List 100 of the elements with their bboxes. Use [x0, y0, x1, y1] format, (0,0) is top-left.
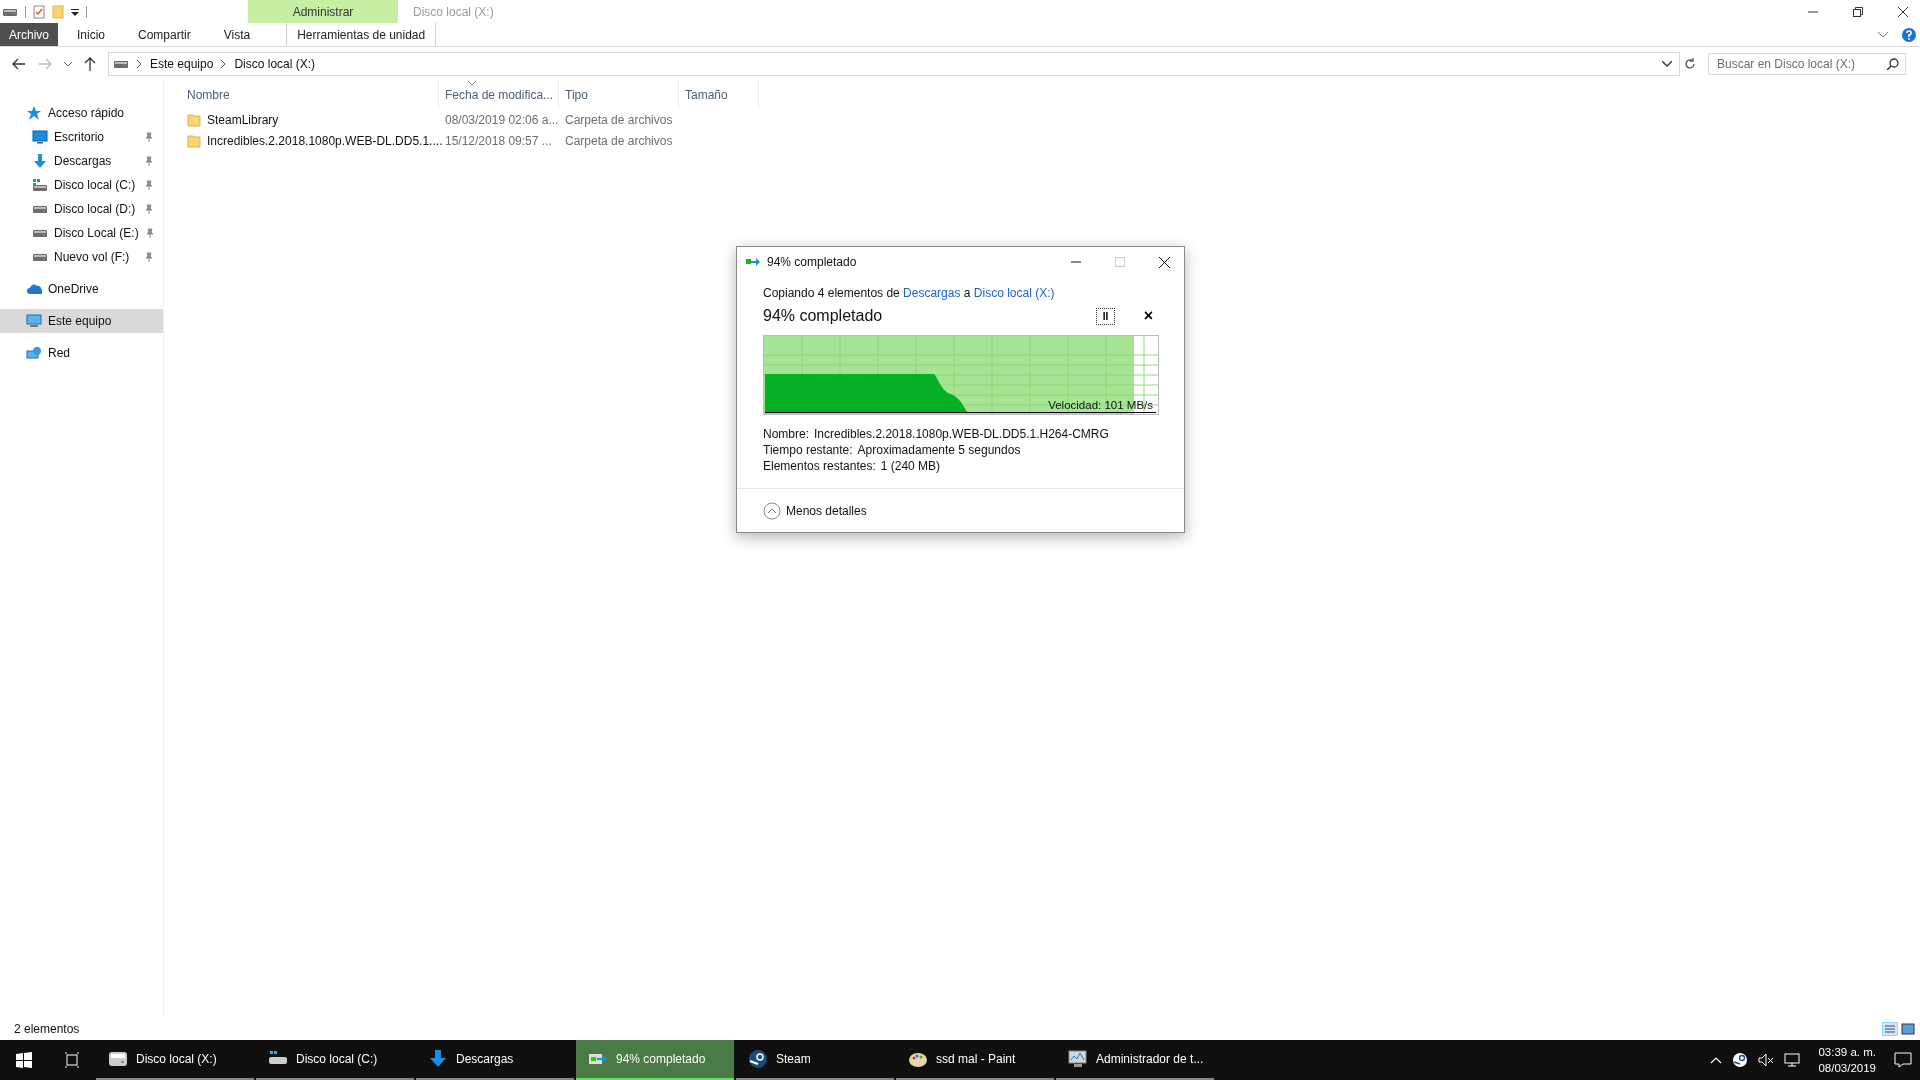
speed-label: Velocidad: 101 MB/s	[1048, 399, 1153, 411]
cancel-button[interactable]: ×	[1139, 307, 1158, 325]
detail-value: 1 (240 MB)	[880, 458, 941, 473]
detail-label: Elementos restantes:	[763, 458, 876, 473]
pin-icon[interactable]	[144, 132, 154, 142]
drive-icon	[32, 204, 48, 214]
file-name[interactable]: SteamLibrary	[207, 112, 279, 127]
breadcrumb[interactable]: Este equipo	[150, 57, 214, 71]
ribbon-tab[interactable]: Compartir	[124, 23, 205, 46]
back-arrow-icon[interactable]	[12, 58, 26, 70]
nav-item[interactable]: Descargas	[0, 149, 163, 173]
task-view-icon[interactable]	[64, 1052, 80, 1068]
table-cell-text: Carpeta de archivos	[564, 133, 674, 148]
dialog-title: 94% completado	[767, 255, 857, 269]
nav-item[interactable]: Este equipo	[0, 309, 163, 333]
close-icon[interactable]	[1898, 6, 1908, 17]
detail-label: Nombre:	[763, 426, 809, 441]
notification-icon[interactable]	[1894, 1052, 1912, 1068]
taskbar-button[interactable]: 94% completado	[576, 1040, 734, 1080]
nav-item[interactable]: OneDrive	[0, 277, 163, 301]
detail-label: Tiempo restante:	[763, 442, 853, 457]
round-logo-icon[interactable]	[1732, 1052, 1749, 1068]
search-field[interactable]: Buscar en Disco local (X:)	[1708, 53, 1906, 75]
nav-item[interactable]: Disco Local (E:)	[0, 221, 163, 245]
destination-link[interactable]: Disco local (X:)	[973, 286, 1055, 300]
chevron-up-circle-icon	[763, 501, 781, 520]
checklist-icon[interactable]	[33, 4, 45, 19]
sort-chevron-icon[interactable]	[468, 81, 476, 86]
folder-icon	[187, 133, 201, 148]
windows-drive-icon	[32, 178, 48, 192]
search-icon[interactable]	[1887, 58, 1899, 70]
help-icon[interactable]	[1902, 27, 1916, 42]
table-cell-text: Carpeta de archivos	[564, 112, 674, 127]
ribbon-tab[interactable]: Archivo	[0, 23, 58, 46]
copy-description: Copiando 4 elementos de Descargas a Disco local (X:)	[763, 286, 1056, 300]
desktop-icon	[32, 130, 48, 144]
nav-item[interactable]: Acceso rápido	[0, 101, 163, 125]
column-header[interactable]: Fecha de modifica...	[439, 81, 559, 109]
taskbar-button[interactable]: ssd mal - Paint	[896, 1040, 1054, 1080]
column-header[interactable]: Tipo	[559, 81, 679, 109]
chevron-right-icon[interactable]	[221, 60, 227, 68]
column-header[interactable]: Tamaño	[679, 81, 759, 109]
up-arrow-icon[interactable]	[84, 57, 96, 71]
detail-value: Aproximadamente 5 segundos	[857, 442, 1021, 457]
nav-item[interactable]: Disco local (C:)	[0, 173, 163, 197]
source-link[interactable]: Descargas	[903, 286, 961, 300]
details-toggle[interactable]: Menos detalles	[763, 501, 867, 520]
ribbon-tab[interactable]: Inicio	[63, 23, 120, 46]
context-tab-group: Administrar	[248, 0, 398, 23]
close-icon[interactable]	[1159, 256, 1170, 268]
column-header[interactable]: Nombre	[181, 81, 439, 109]
drive-icon[interactable]	[2, 6, 18, 17]
file-name[interactable]: Incredibles.2.2018.1080p.WEB-DL.DD5.1....	[207, 133, 443, 148]
drive-icon	[32, 228, 48, 238]
nav-item[interactable]: Disco local (D:)	[0, 197, 163, 221]
taskbar-button[interactable]: Administrador de t...	[1056, 1040, 1214, 1080]
star-icon	[26, 105, 42, 121]
drive-icon	[32, 252, 48, 262]
breadcrumb[interactable]: Disco local (X:)	[234, 57, 316, 71]
monitor-chart-icon	[1068, 1049, 1088, 1069]
taskbar-button[interactable]: Disco local (X:)	[96, 1040, 254, 1080]
ribbon-tab[interactable]: Vista	[209, 23, 265, 46]
pin-icon[interactable]	[144, 228, 155, 238]
folder-icon	[187, 112, 201, 127]
chevron-down-icon[interactable]	[1662, 61, 1672, 67]
round-logo-icon	[748, 1049, 768, 1069]
large-icons-view-icon[interactable]	[1900, 1022, 1916, 1036]
restore-icon[interactable]	[1853, 6, 1863, 17]
copy-progress-icon	[746, 257, 760, 267]
pin-icon[interactable]	[144, 204, 154, 214]
refresh-icon[interactable]	[1684, 58, 1696, 70]
chevron-down-icon[interactable]	[64, 61, 72, 67]
nav-item[interactable]: Red	[0, 341, 163, 365]
taskbar-button[interactable]: Disco local (C:)	[256, 1040, 414, 1080]
speaker-muted-icon[interactable]	[1758, 1053, 1775, 1067]
detail-value: Incredibles.2.2018.1080p.WEB-DL.DD5.1.H264-CMRG	[814, 426, 1109, 441]
ribbon-tab[interactable]: Herramientas de unidad	[286, 23, 437, 46]
taskbar-button[interactable]: Steam	[736, 1040, 894, 1080]
chevron-right-icon[interactable]	[137, 60, 142, 68]
nav-item[interactable]: Nuevo vol (F:)	[0, 245, 163, 269]
pause-button[interactable]: II	[1096, 307, 1115, 325]
drive-icon	[108, 1049, 128, 1069]
table-cell-text: 08/03/2019 02:06 a...	[444, 112, 559, 127]
taskbar-button[interactable]: Descargas	[416, 1040, 574, 1080]
pin-icon[interactable]	[144, 252, 154, 262]
chevron-up-icon[interactable]	[1710, 1056, 1723, 1064]
item-count: 2 elementos	[14, 1022, 80, 1036]
window-title: Disco local (X:)	[413, 4, 494, 19]
computer-icon	[26, 314, 42, 328]
drive-icon	[113, 59, 129, 69]
windows-logo-icon[interactable]	[16, 1052, 32, 1068]
pin-icon[interactable]	[144, 180, 154, 190]
pin-icon[interactable]	[144, 156, 154, 166]
address-bar[interactable]: Este equipo Disco local (X:)	[108, 52, 1680, 76]
dropdown-icon[interactable]	[71, 7, 79, 16]
clock[interactable]: 03:39 a. m. 08/03/2019	[1818, 1044, 1876, 1076]
cloud-icon	[26, 283, 42, 295]
progress-heading: 94% completado	[763, 307, 884, 325]
nav-item[interactable]: Escritorio	[0, 125, 163, 149]
download-arrow-icon	[428, 1049, 448, 1069]
